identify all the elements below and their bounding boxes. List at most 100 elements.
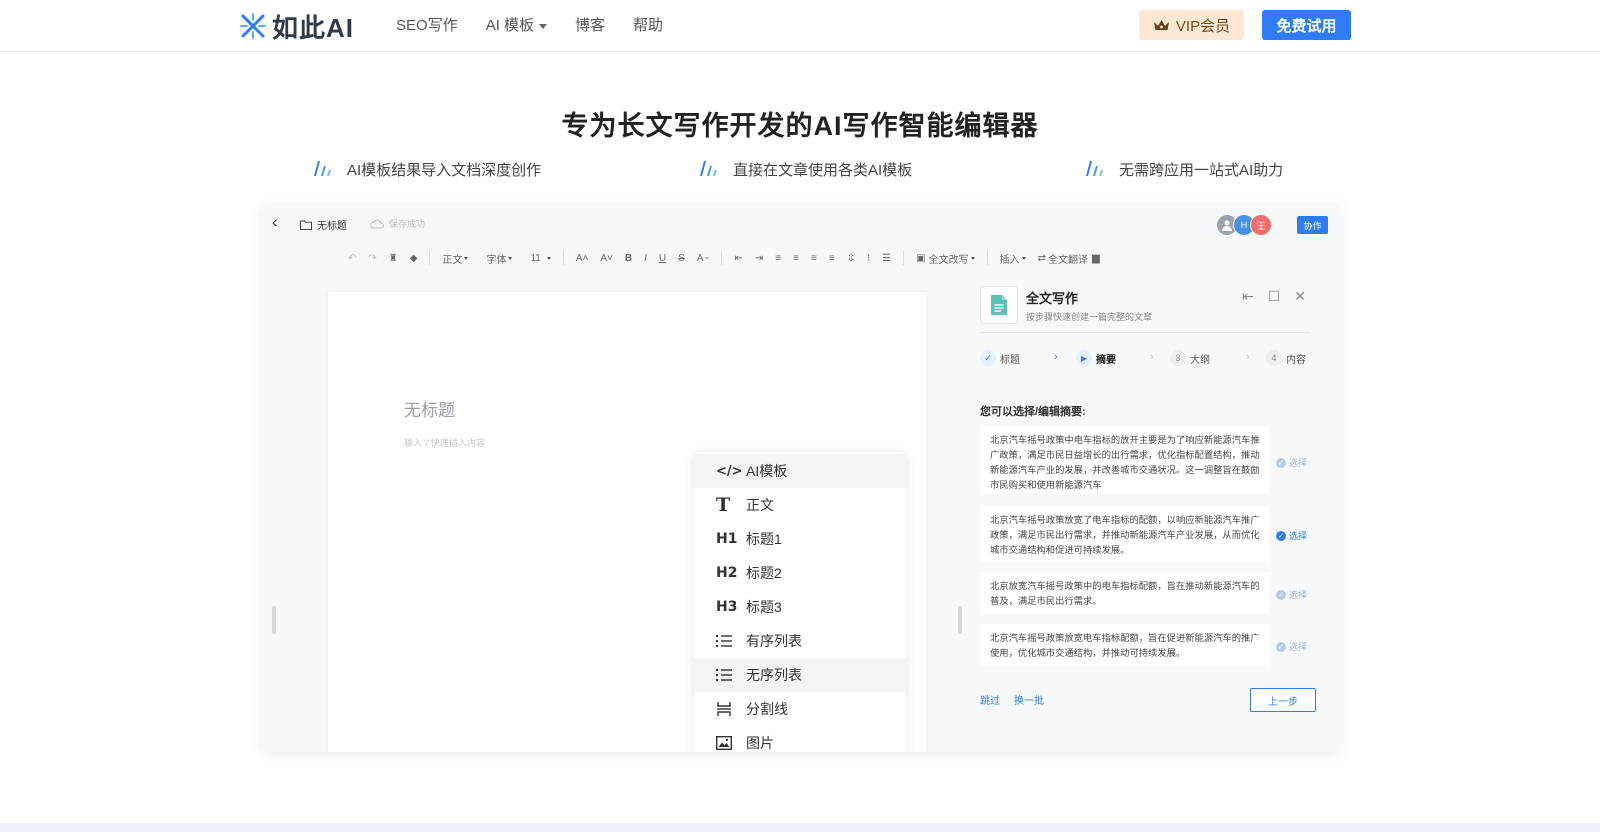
summary-card[interactable]: 北京放宽汽车摇号政策中的电车指标配额，旨在推动新能源汽车的普及，满足市民出行需求… xyxy=(980,572,1270,614)
select-option-selected[interactable]: ✓ 选择 xyxy=(1276,529,1307,542)
menu-item-divider[interactable]: 分割线 xyxy=(694,692,906,726)
step-outline[interactable]: 3 大纲 xyxy=(1170,350,1210,366)
collaborator-avatars[interactable]: H 王 xyxy=(1216,214,1272,236)
summary-card[interactable]: 北京汽车摇号政策中电车指标的放开主要是为了响应新能源汽车推广政策，满足市民日益增… xyxy=(980,426,1270,494)
code-icon: </> xyxy=(716,463,743,479)
summary-card[interactable]: 北京汽车摇号政策放宽电车指标配额，旨在促进新能源汽车的推广使用，优化城市交通结构… xyxy=(980,624,1270,666)
text-icon: T xyxy=(716,494,731,516)
cloud-icon xyxy=(370,219,384,228)
editor-preview: ‹ 无标题 保存成功 H 王 协作 ↶ ↷ ♜ ◆ 正文 字体 11 A˄ A˅… xyxy=(262,204,1340,752)
collaborate-button[interactable]: 协作 xyxy=(1297,216,1328,234)
user-icon xyxy=(1222,220,1232,231)
full-rewrite-label: 全文改写 xyxy=(928,254,969,266)
format-painter-icon[interactable]: ♜ xyxy=(383,248,404,268)
skip-link[interactable]: 跳过 xyxy=(980,692,1000,707)
nav-link-seo[interactable]: SEO写作 xyxy=(396,14,458,35)
indent-icon[interactable]: ⇥ xyxy=(749,248,769,268)
menu-item-text[interactable]: T 正文 xyxy=(694,488,906,522)
step-active-icon: ▶ xyxy=(1076,350,1092,366)
nav-link-help[interactable]: 帮助 xyxy=(633,14,663,35)
nav-links: SEO写作 AI 模板 博客 帮助 xyxy=(396,14,663,35)
outdent-icon[interactable]: ⇤ xyxy=(728,248,748,268)
font-size-select[interactable]: 11 xyxy=(524,248,556,268)
eraser-icon[interactable]: ◆ xyxy=(404,248,424,268)
menu-item-bullet-list[interactable]: 无序列表 xyxy=(694,658,906,692)
free-trial-button[interactable]: 免费试用 xyxy=(1262,10,1351,40)
document-page[interactable]: 无标题 输入"/"快速插入内容 </> AI模板 T 正文 H1 标题1 H2 标题2 … xyxy=(328,292,926,752)
save-status: 保存成功 xyxy=(370,217,425,230)
insert-button[interactable]: 插入 xyxy=(994,248,1032,268)
bold-icon[interactable]: B xyxy=(619,248,638,268)
menu-item-image[interactable]: 图片 xyxy=(694,726,906,752)
menu-item-ordered-list[interactable]: 有序列表 xyxy=(694,624,906,658)
italic-icon[interactable]: I xyxy=(638,248,653,268)
full-rewrite-button[interactable]: ▣ 全文改写 xyxy=(910,248,980,268)
menu-item-heading1[interactable]: H1 标题1 xyxy=(694,522,906,556)
image-icon xyxy=(716,736,746,750)
ordered-list-toolbar-icon[interactable]: ⁝ xyxy=(861,248,876,268)
align-justify-icon[interactable]: ≡ xyxy=(823,248,841,268)
select-option[interactable]: ✓ 选择 xyxy=(1276,588,1307,601)
toolbar-divider xyxy=(562,251,564,265)
align-left-icon[interactable]: ≡ xyxy=(769,248,787,268)
step-content[interactable]: 4 内容 xyxy=(1266,350,1306,366)
prev-step-button[interactable]: 上一步 xyxy=(1250,688,1316,712)
full-translate-label: 全文翻译 xyxy=(1048,254,1089,266)
vip-button[interactable]: VIP会员 xyxy=(1139,10,1244,40)
select-option[interactable]: ✓ 选择 xyxy=(1276,640,1307,653)
undo-icon[interactable]: ↶ xyxy=(342,248,362,268)
step-label: 标题 xyxy=(1000,354,1020,366)
feature-item: AI模板结果导入文档深度创作 xyxy=(311,158,541,180)
maximize-icon[interactable]: ☐ xyxy=(1268,288,1281,305)
close-icon[interactable]: ✕ xyxy=(1294,288,1306,305)
nav-link-blog[interactable]: 博客 xyxy=(575,14,605,35)
step-title[interactable]: ✓ 标题 xyxy=(980,350,1020,366)
logo[interactable]: 如此AI xyxy=(238,9,354,43)
insert-menu: </> AI模板 T 正文 H1 标题1 H2 标题2 H3 标题3 有序列表 无序列表 xyxy=(694,452,906,752)
doc-hint: 输入"/"快速插入内容 xyxy=(404,438,485,448)
align-center-icon[interactable]: ≡ xyxy=(787,248,805,268)
caret-icon xyxy=(970,256,975,260)
menu-item-label: 标题2 xyxy=(746,565,782,581)
nav-link-ai-templates[interactable]: AI 模板 xyxy=(486,14,548,35)
folder-icon xyxy=(300,220,312,230)
feature-bars-icon xyxy=(700,161,717,176)
select-option[interactable]: ✓ 选择 xyxy=(1276,456,1307,469)
chevron-right-icon: › xyxy=(1054,351,1058,363)
strikethrough-icon[interactable]: S xyxy=(672,248,691,268)
step-label: 内容 xyxy=(1286,354,1306,366)
feature-text: AI模板结果导入文档深度创作 xyxy=(347,161,542,179)
menu-item-label: 标题1 xyxy=(746,531,782,547)
doc-name[interactable]: 无标题 xyxy=(300,217,347,232)
menu-item-ai-template[interactable]: </> AI模板 xyxy=(694,454,906,488)
doc-title-placeholder[interactable]: 无标题 xyxy=(404,396,455,421)
refresh-link[interactable]: 换一批 xyxy=(1014,692,1044,707)
paragraph-style-select[interactable]: 正文 xyxy=(436,248,474,268)
panel-resize-handle[interactable] xyxy=(958,606,962,634)
underline-icon[interactable]: U xyxy=(653,248,672,268)
feature-bars-icon xyxy=(1086,161,1103,176)
align-right-icon[interactable]: ≡ xyxy=(805,248,823,268)
left-resize-handle[interactable] xyxy=(272,606,276,634)
redo-icon[interactable]: ↷ xyxy=(362,248,382,268)
translate-icon: ⇄ xyxy=(1037,252,1047,264)
font-select[interactable]: 字体 xyxy=(480,248,518,268)
bullet-list-toolbar-icon[interactable]: ☰ xyxy=(876,248,897,268)
menu-item-label: 图片 xyxy=(746,735,774,751)
back-arrow-icon[interactable]: ‹ xyxy=(272,214,277,232)
font-color-icon[interactable]: A xyxy=(691,248,716,268)
step-summary[interactable]: ▶ 摘要 xyxy=(1076,350,1116,366)
feature-item: 直接在文章使用各类AI模板 xyxy=(697,158,912,180)
summary-card[interactable]: 北京汽车摇号政策放宽了电车指标的配额，以响应新能源汽车推广政策，满足市民出行需求… xyxy=(980,506,1270,562)
chevron-down-icon xyxy=(539,23,548,29)
paragraph-style-label: 正文 xyxy=(442,254,463,266)
panel-footer-links: 跳过 换一批 xyxy=(980,692,1044,707)
full-translate-button[interactable]: ⇄ 全文翻译 ▆ xyxy=(1032,248,1106,268)
font-grow-icon[interactable]: A˄ xyxy=(570,248,595,268)
menu-item-heading3[interactable]: H3 标题3 xyxy=(694,590,906,624)
line-height-icon[interactable]: ⇳ xyxy=(841,248,861,268)
font-size-label: 11 xyxy=(530,252,541,264)
collapse-icon[interactable]: ⇤ xyxy=(1242,288,1254,305)
menu-item-heading2[interactable]: H2 标题2 xyxy=(694,556,906,590)
font-shrink-icon[interactable]: A˅ xyxy=(594,248,619,268)
